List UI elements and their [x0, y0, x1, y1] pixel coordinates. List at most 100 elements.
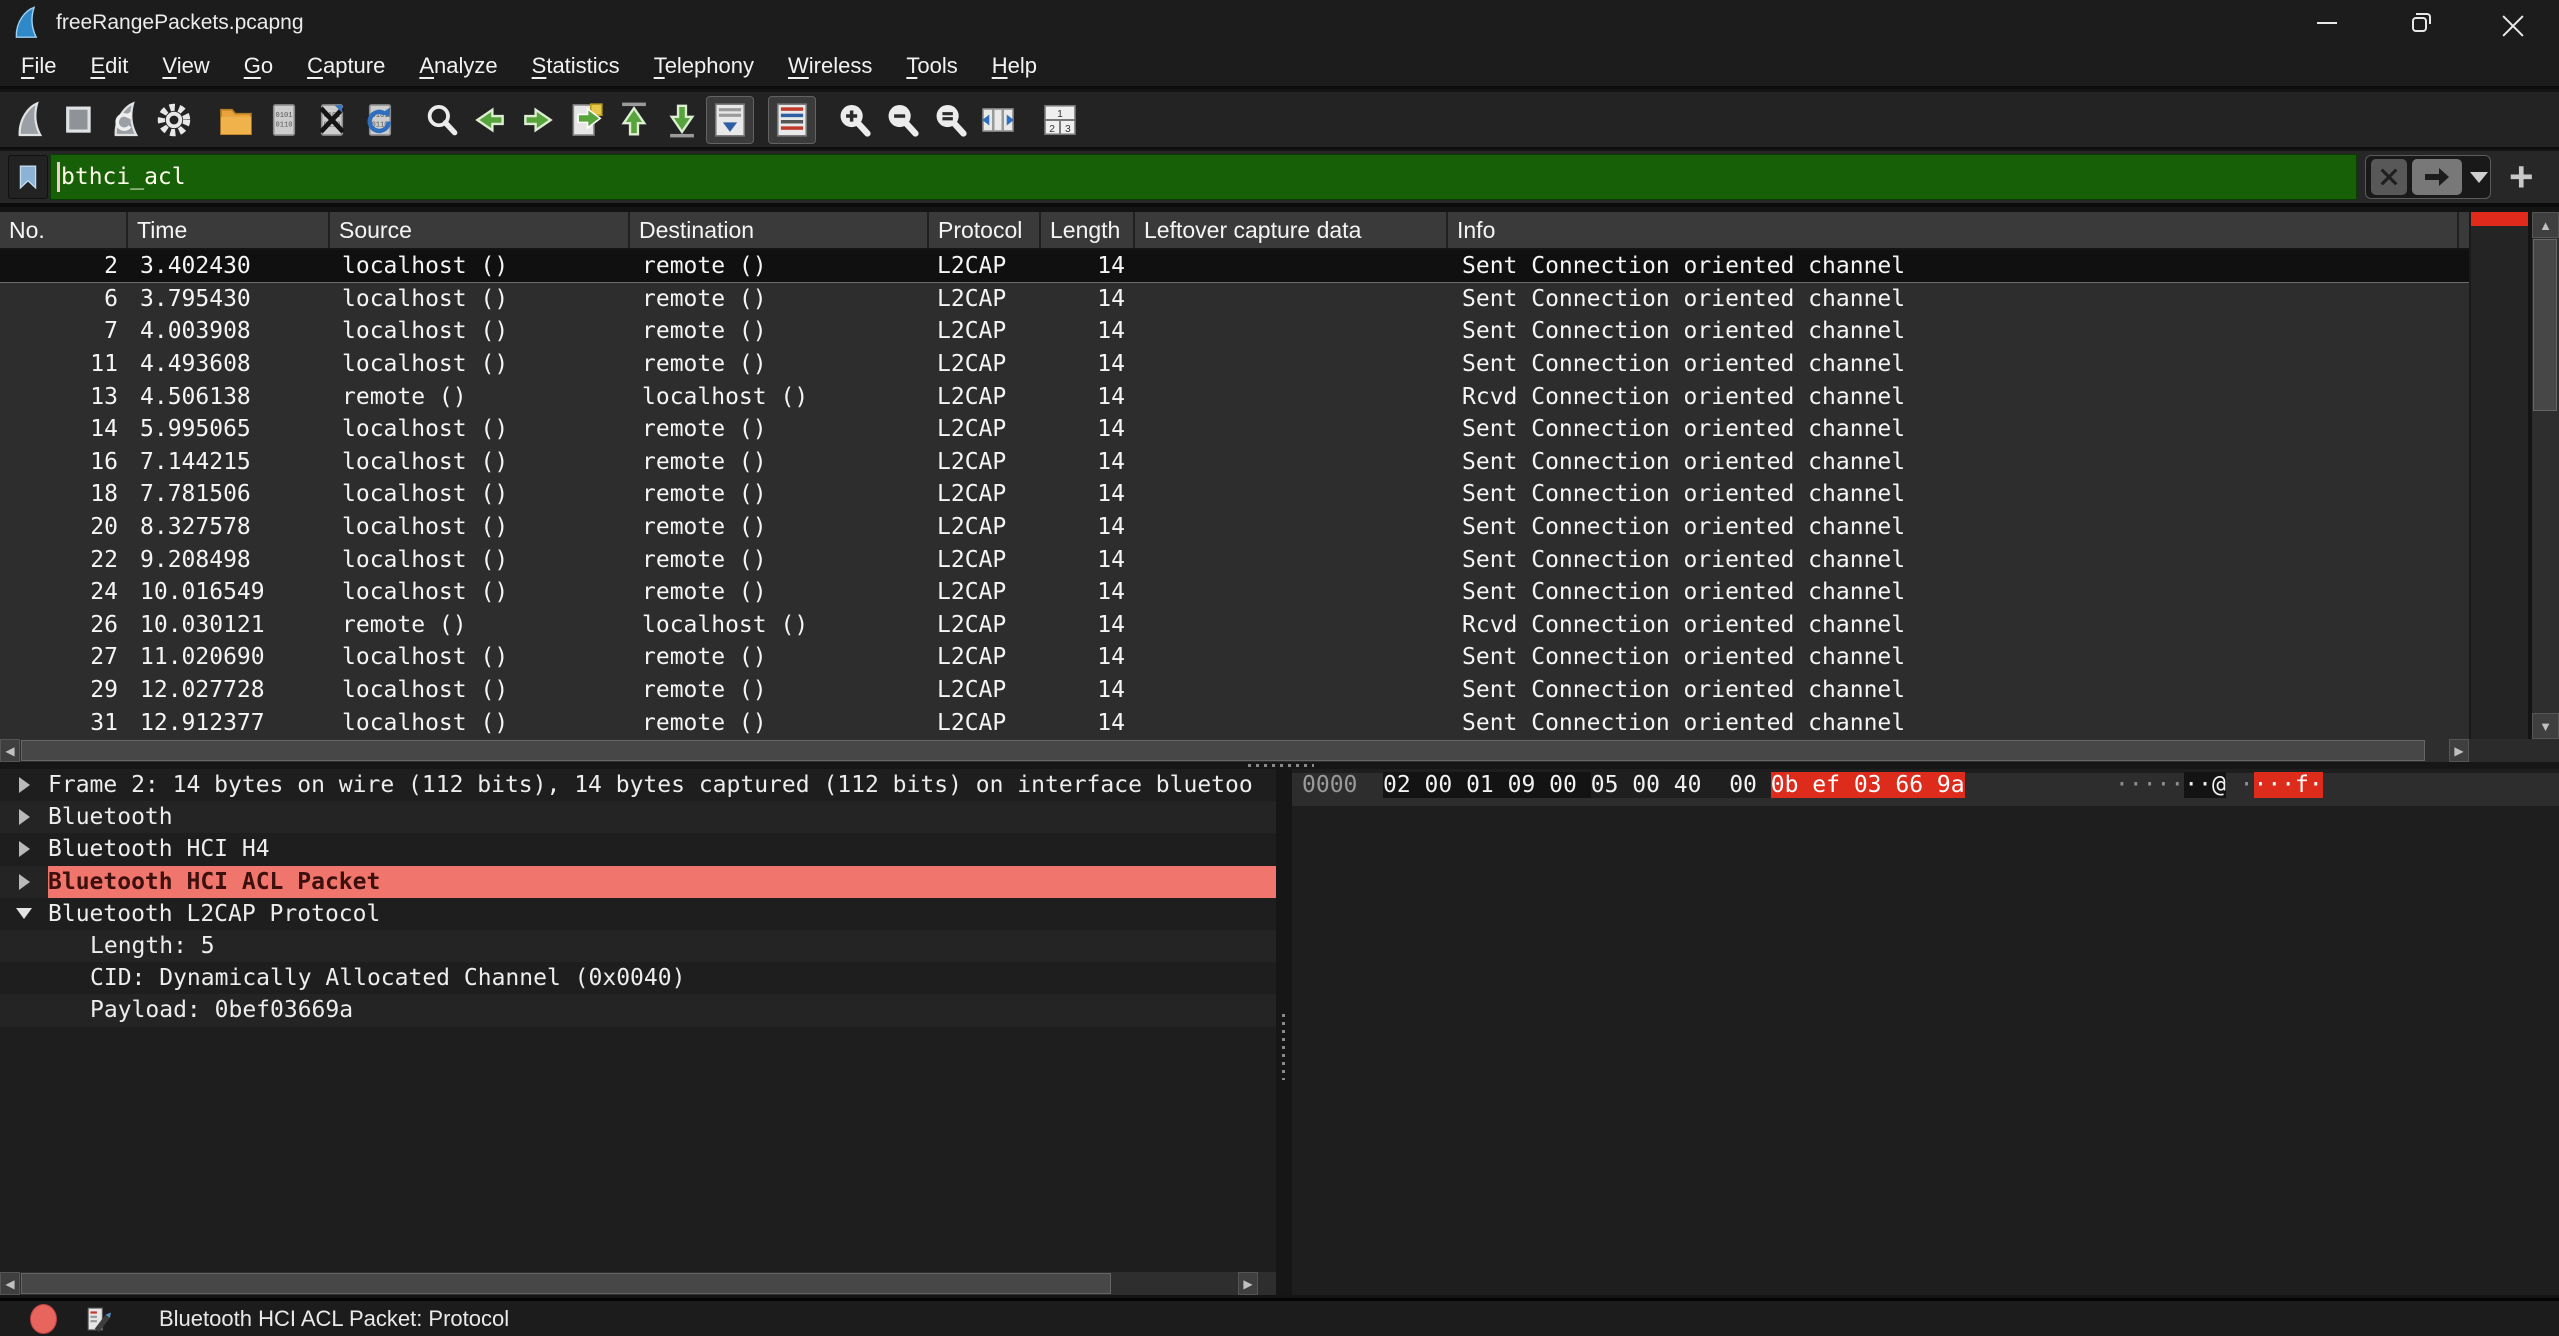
detail-row[interactable]: Bluetooth HCI ACL Packet: [0, 866, 1276, 898]
packet-row[interactable]: 187.781506localhost ()remote ()L2CAP14Se…: [0, 478, 2469, 511]
hscroll-thumb[interactable]: [21, 740, 2425, 761]
packet-row[interactable]: 114.493608localhost ()remote ()L2CAP14Se…: [0, 348, 2469, 381]
expander-collapsed-icon[interactable]: [0, 809, 48, 825]
detail-text: Bluetooth L2CAP Protocol: [48, 898, 1276, 930]
column-header-leftover-capture-data[interactable]: Leftover capture data: [1135, 212, 1448, 248]
menu-capture[interactable]: Capture: [290, 47, 402, 85]
close-button[interactable]: [2466, 0, 2559, 45]
auto-scroll-button[interactable]: [706, 96, 754, 144]
expander-expanded-icon[interactable]: [0, 908, 48, 919]
display-filter-input[interactable]: bthci_acl: [50, 154, 2357, 200]
packet-row[interactable]: 167.144215localhost ()remote ()L2CAP14Se…: [0, 446, 2469, 479]
zoom-out-button[interactable]: [878, 96, 926, 144]
hex-ascii[interactable]: ·······@ ····f·: [2115, 772, 2323, 798]
cell-source: localhost (): [330, 351, 630, 377]
detail-row[interactable]: Length: 5: [0, 930, 1276, 962]
filter-clear-button[interactable]: [2371, 159, 2407, 195]
vertical-splitter[interactable]: [1276, 769, 1292, 1295]
filter-apply-button[interactable]: [2412, 159, 2462, 195]
packet-bytes-pane[interactable]: 0000 02 00 01 09 00 05 00 40 00 0b ef 03…: [1292, 769, 2559, 1295]
packet-row[interactable]: 2711.020690localhost ()remote ()L2CAP14S…: [0, 641, 2469, 674]
expander-collapsed-icon[interactable]: [0, 874, 48, 890]
open-file-button[interactable]: [212, 96, 260, 144]
column-header-length[interactable]: Length: [1041, 212, 1135, 248]
menu-statistics[interactable]: Statistics: [515, 47, 637, 85]
scroll-left-arrow[interactable]: ◀: [0, 739, 20, 762]
packet-list-minimap[interactable]: [2469, 212, 2528, 739]
expander-collapsed-icon[interactable]: [0, 841, 48, 857]
packet-list-vscrollbar[interactable]: ▲ ▼: [2532, 212, 2559, 739]
horizontal-splitter[interactable]: [0, 762, 2559, 769]
column-header-info[interactable]: Info: [1448, 212, 2459, 248]
resize-columns-button[interactable]: [974, 96, 1022, 144]
go-to-packet-button[interactable]: [562, 96, 610, 144]
go-back-button[interactable]: [466, 96, 514, 144]
chevron-down-icon[interactable]: [2470, 172, 2488, 183]
capture-comment-icon[interactable]: [85, 1304, 111, 1334]
vscroll-thumb[interactable]: [2533, 239, 2557, 411]
layout-button[interactable]: 123: [1036, 96, 1084, 144]
detail-row[interactable]: Payload: 0bef03669a: [0, 994, 1276, 1026]
reload-file-button[interactable]: 01010110: [356, 96, 404, 144]
hscroll-thumb[interactable]: [21, 1273, 1111, 1294]
zoom-in-button[interactable]: [830, 96, 878, 144]
packet-row[interactable]: 2610.030121remote ()localhost ()L2CAP14R…: [0, 609, 2469, 642]
packet-row[interactable]: 229.208498localhost ()remote ()L2CAP14Se…: [0, 543, 2469, 576]
detail-row[interactable]: CID: Dynamically Allocated Channel (0x00…: [0, 962, 1276, 994]
find-packet-button[interactable]: [418, 96, 466, 144]
packet-row[interactable]: 3112.912377localhost ()remote ()L2CAP14S…: [0, 706, 2469, 739]
scroll-right-arrow[interactable]: ▶: [2449, 739, 2469, 762]
menu-wireless[interactable]: Wireless: [771, 47, 889, 85]
scroll-up-arrow[interactable]: ▲: [2532, 212, 2559, 238]
scroll-right-arrow[interactable]: ▶: [1238, 1272, 1258, 1295]
column-header-no[interactable]: No.: [0, 212, 128, 248]
packet-row[interactable]: 63.795430localhost ()remote ()L2CAP14Sen…: [0, 283, 2469, 316]
go-forward-button[interactable]: [514, 96, 562, 144]
capture-start-button[interactable]: [6, 96, 54, 144]
zoom-normal-button[interactable]: [926, 96, 974, 144]
menu-tools[interactable]: Tools: [889, 47, 974, 85]
detail-row[interactable]: Bluetooth HCI H4: [0, 833, 1276, 865]
save-file-button[interactable]: 01010110: [260, 96, 308, 144]
packet-row[interactable]: 134.506138remote ()localhost ()L2CAP14Rc…: [0, 380, 2469, 413]
packet-row[interactable]: 145.995065localhost ()remote ()L2CAP14Se…: [0, 413, 2469, 446]
column-header-destination[interactable]: Destination: [630, 212, 929, 248]
go-first-button[interactable]: [610, 96, 658, 144]
scroll-left-arrow[interactable]: ◀: [0, 1272, 20, 1295]
menu-telephony[interactable]: Telephony: [637, 47, 771, 85]
restore-button[interactable]: [2373, 0, 2466, 45]
filter-add-button[interactable]: +: [2509, 162, 2534, 192]
expert-info-icon[interactable]: [30, 1304, 57, 1334]
packet-row[interactable]: 2410.016549localhost ()remote ()L2CAP14S…: [0, 576, 2469, 609]
menu-edit[interactable]: Edit: [73, 47, 145, 85]
minimize-button[interactable]: [2280, 0, 2373, 45]
menu-go[interactable]: Go: [227, 47, 290, 85]
menu-help[interactable]: Help: [975, 47, 1054, 85]
capture-restart-button[interactable]: [102, 96, 150, 144]
detail-row[interactable]: Bluetooth L2CAP Protocol: [0, 898, 1276, 930]
hex-bytes[interactable]: 02 00 01 09 00 05 00 40 00 0b ef 03 66 9…: [1383, 772, 1965, 798]
packet-row[interactable]: 208.327578localhost ()remote ()L2CAP14Se…: [0, 511, 2469, 544]
colorize-button[interactable]: [768, 96, 816, 144]
packet-row[interactable]: 23.402430localhost ()remote ()L2CAP14Sen…: [0, 250, 2469, 283]
column-header-time[interactable]: Time: [128, 212, 330, 248]
menu-analyze[interactable]: Analyze: [402, 47, 514, 85]
go-last-button[interactable]: [658, 96, 706, 144]
packet-row[interactable]: 74.003908localhost ()remote ()L2CAP14Sen…: [0, 315, 2469, 348]
menu-file[interactable]: File: [4, 47, 73, 85]
menu-view[interactable]: View: [145, 47, 226, 85]
detail-row[interactable]: Frame 2: 14 bytes on wire (112 bits), 14…: [0, 769, 1276, 801]
cell-protocol: L2CAP: [929, 384, 1041, 410]
column-header-source[interactable]: Source: [330, 212, 630, 248]
capture-options-button[interactable]: [150, 96, 198, 144]
details-hscrollbar[interactable]: ◀ ▶: [0, 1272, 1276, 1295]
column-header-protocol[interactable]: Protocol: [929, 212, 1041, 248]
expander-collapsed-icon[interactable]: [0, 777, 48, 793]
filter-bookmark-button[interactable]: [8, 155, 48, 199]
packet-list-hscrollbar[interactable]: ◀ ▶: [0, 739, 2469, 762]
detail-row[interactable]: Bluetooth: [0, 801, 1276, 833]
capture-stop-button[interactable]: [54, 96, 102, 144]
close-file-button[interactable]: 01010110: [308, 96, 356, 144]
packet-row[interactable]: 2912.027728localhost ()remote ()L2CAP14S…: [0, 674, 2469, 707]
scroll-down-arrow[interactable]: ▼: [2532, 713, 2559, 739]
